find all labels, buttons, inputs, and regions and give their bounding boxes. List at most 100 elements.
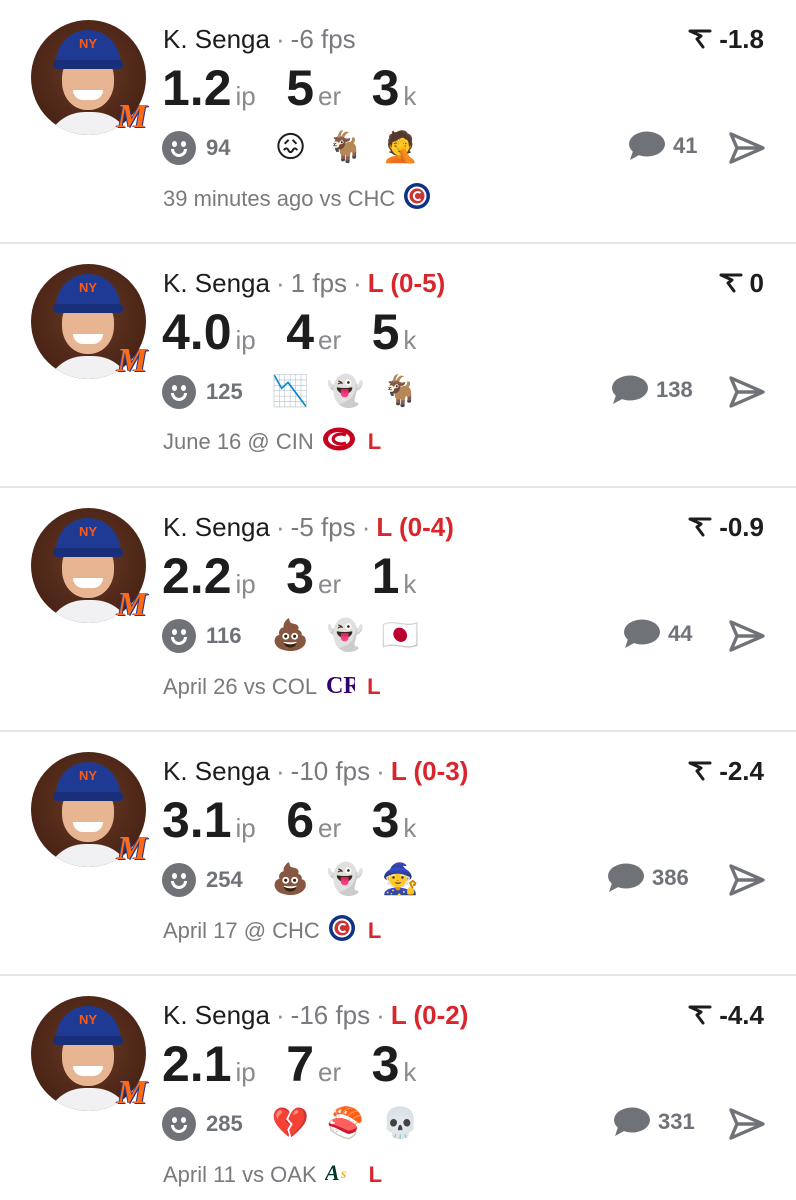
reaction-smiley-icon[interactable] (162, 1107, 196, 1141)
reaction-emoji-1[interactable]: 💩 (268, 618, 312, 654)
reaction-emoji-2[interactable]: 👻 (323, 618, 367, 654)
game-card[interactable]: NY M K. Senga · -5 fps · L (0-4) -0.9 2.2 ip … (0, 488, 796, 732)
game-date-opponent[interactable]: 39 minutes ago vs CHC (163, 186, 395, 211)
comments-button[interactable]: 138 (610, 374, 693, 410)
share-icon[interactable] (728, 1106, 766, 1142)
trend-arrow-icon (688, 29, 712, 49)
card-header: K. Senga · -16 fps · L (0-2) (163, 1000, 469, 1030)
reaction-emoji-2[interactable]: 👻 (323, 374, 367, 410)
fps-value: -6 fps (290, 24, 356, 54)
reaction-smiley-icon[interactable] (162, 375, 196, 409)
comment-count[interactable]: 331 (658, 1109, 695, 1135)
result-badge: L (367, 428, 382, 454)
record-badge: L (0-4) (376, 512, 454, 542)
reaction-count[interactable]: 254 (206, 867, 264, 893)
reaction-smiley-icon[interactable] (162, 131, 196, 165)
result-badge: L (367, 917, 382, 943)
reaction-emoji-2[interactable]: 👻 (323, 862, 367, 898)
game-date-opponent[interactable]: April 26 vs COL (163, 674, 317, 699)
fps-value: 1 fps (290, 268, 348, 298)
game-card[interactable]: NY M K. Senga · -16 fps · L (0-2) -4.4 2.1 ip… (0, 976, 796, 1200)
pitching-line: 1.2 ip 5 er 3k (162, 60, 442, 116)
share-icon[interactable] (728, 862, 766, 898)
fps-value: -10 fps (290, 756, 371, 786)
share-icon[interactable] (728, 618, 766, 654)
mets-logo-icon: M (117, 830, 148, 867)
game-info: 39 minutes ago vs CHC (163, 182, 431, 218)
earned-runs: 4 er (286, 304, 342, 360)
innings-pitched: 2.2 ip (162, 548, 256, 604)
svg-text:s: s (340, 1167, 347, 1182)
game-info: April 17 @ CHC L (163, 914, 381, 950)
comment-count[interactable]: 41 (673, 133, 697, 159)
comment-bubble-icon (627, 130, 665, 162)
delta-value: -4.4 (719, 1000, 764, 1030)
reactions-row: 116 💩 👻 🇯🇵 (162, 618, 433, 654)
reaction-count[interactable]: 125 (206, 379, 264, 405)
game-info: June 16 @ CIN L (163, 426, 381, 460)
comment-bubble-icon (612, 1106, 650, 1138)
reaction-emoji-1[interactable]: 😖 (268, 130, 312, 166)
reactions-row: 285 💔 🍣 💀 (162, 1106, 433, 1142)
comment-count[interactable]: 386 (652, 865, 689, 891)
reaction-count[interactable]: 116 (206, 623, 264, 649)
game-date-opponent[interactable]: April 11 vs OAK (163, 1162, 317, 1187)
reaction-count[interactable]: 285 (206, 1111, 264, 1137)
game-card[interactable]: NY M K. Senga · -6 fps -1.8 1.2 ip 5 er 3k 9… (0, 0, 796, 244)
reaction-smiley-icon[interactable] (162, 619, 196, 653)
reactions-row: 254 💩 👻 🧙 (162, 862, 433, 898)
result-badge: L (367, 673, 381, 699)
reaction-count[interactable]: 94 (206, 135, 264, 161)
reaction-emoji-3[interactable]: 🇯🇵 (378, 618, 422, 654)
trend-arrow-icon (719, 273, 743, 293)
trend-arrow-icon (688, 761, 712, 781)
reaction-emoji-3[interactable]: 🧙 (378, 862, 422, 898)
comments-button[interactable]: 331 (612, 1106, 695, 1142)
fps-value: -16 fps (290, 1000, 371, 1030)
game-date-opponent[interactable]: April 17 @ CHC (163, 918, 320, 943)
player-name[interactable]: K. Senga (163, 512, 270, 542)
card-header: K. Senga · -6 fps (163, 24, 356, 54)
comments-button[interactable]: 44 (622, 618, 692, 654)
game-info: April 11 vs OAK As L (163, 1158, 382, 1194)
trend-arrow-icon (688, 1005, 712, 1025)
delta-score: -4.4 (687, 1000, 764, 1030)
delta-score: -0.9 (687, 512, 764, 542)
mets-logo-icon: M (117, 1074, 148, 1111)
comment-bubble-icon (606, 862, 644, 894)
earned-runs: 3 er (286, 548, 342, 604)
earned-runs: 7 er (286, 1036, 342, 1092)
athletics-logo-icon: As (323, 1158, 357, 1194)
reaction-smiley-icon[interactable] (162, 863, 196, 897)
comment-count[interactable]: 138 (656, 377, 693, 403)
reaction-emoji-1[interactable]: 📉 (268, 374, 312, 410)
reaction-emoji-1[interactable]: 💔 (268, 1106, 312, 1142)
mets-logo-icon: M (117, 342, 148, 379)
record-badge: L (0-2) (390, 1000, 469, 1030)
player-name[interactable]: K. Senga (163, 24, 270, 54)
pitching-line: 2.2 ip 3 er 1k (162, 548, 442, 604)
share-icon[interactable] (728, 130, 766, 166)
innings-pitched: 1.2 ip (162, 60, 256, 116)
svg-text:CR: CR (326, 673, 355, 698)
game-date-opponent[interactable]: June 16 @ CIN (163, 429, 314, 454)
reaction-emoji-2[interactable]: 🐐 (323, 130, 367, 166)
pitching-line: 3.1 ip 6 er 3k (162, 792, 442, 848)
game-card[interactable]: NY M K. Senga · -10 fps · L (0-3) -2.4 3.1 ip… (0, 732, 796, 976)
reaction-emoji-2[interactable]: 🍣 (323, 1106, 367, 1142)
reaction-emoji-3[interactable]: 🐐 (378, 374, 422, 410)
reaction-emoji-3[interactable]: 🤦 (378, 130, 422, 166)
comments-button[interactable]: 41 (627, 130, 697, 166)
player-name[interactable]: K. Senga (163, 1000, 270, 1030)
reaction-emoji-1[interactable]: 💩 (268, 862, 312, 898)
reaction-emoji-3[interactable]: 💀 (378, 1106, 422, 1142)
share-icon[interactable] (728, 374, 766, 410)
cubs-logo-icon (403, 182, 431, 218)
player-name[interactable]: K. Senga (163, 756, 270, 786)
record-badge: L (0-5) (367, 268, 446, 298)
player-name[interactable]: K. Senga (163, 268, 270, 298)
game-card[interactable]: NY M K. Senga · 1 fps · L (0-5) 0 4.0 ip 4 er … (0, 244, 796, 488)
svg-text:A: A (325, 1160, 340, 1185)
comment-count[interactable]: 44 (668, 621, 692, 647)
comments-button[interactable]: 386 (606, 862, 689, 898)
